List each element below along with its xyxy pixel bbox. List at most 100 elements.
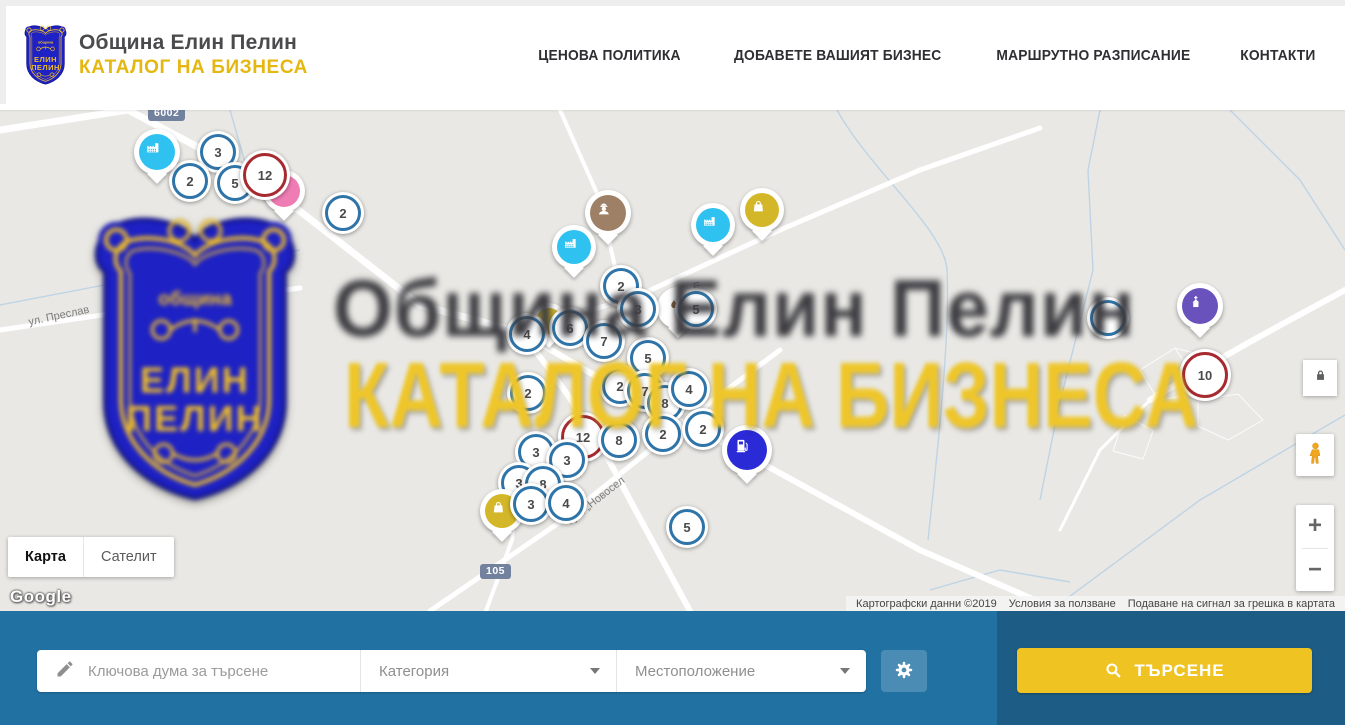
map-cluster-marker[interactable]: 5	[666, 506, 708, 548]
cluster-ring: 4	[509, 316, 545, 352]
chevron-down-icon	[590, 668, 600, 674]
cluster-count: 4	[685, 382, 692, 397]
factory-icon	[145, 140, 169, 164]
map-cluster-marker[interactable]: 10	[1179, 349, 1231, 401]
shopping-bag-category-pin[interactable]	[740, 188, 784, 232]
cluster-ring: 2	[645, 416, 681, 452]
advanced-search-button[interactable]	[881, 650, 927, 692]
cluster-count: 12	[258, 168, 272, 183]
cluster-count: 8	[615, 433, 622, 448]
cluster-ring: 8	[601, 422, 637, 458]
cluster-ring	[1090, 300, 1126, 336]
pin-inner	[590, 195, 626, 231]
cluster-count: 5	[231, 176, 238, 191]
pin-inner	[745, 193, 779, 227]
factory-icon	[702, 214, 724, 236]
cluster-count: 2	[339, 206, 346, 221]
header: Община Елин Пелин КАТАЛОГ НА БИЗНЕСА ЦЕН…	[0, 0, 1345, 110]
fuel-pump-icon	[734, 437, 760, 463]
worker-category-pin[interactable]	[585, 190, 631, 236]
zoom-out-button[interactable]: −	[1296, 549, 1334, 592]
google-map[interactable]: ул. Преслав бул. „Новосел щи 6002 105 32…	[0, 110, 1345, 611]
pin-inner	[557, 230, 591, 264]
map-type-control: Карта Сателит	[8, 537, 174, 577]
nav-item-contacts[interactable]: КОНТАКТИ	[1240, 47, 1315, 64]
cluster-count: 6	[566, 321, 573, 336]
site-title: Община Елин Пелин	[79, 31, 308, 55]
keyword-input[interactable]	[88, 663, 346, 680]
map-cluster-marker[interactable]: 7	[583, 320, 625, 362]
cluster-count: 3	[532, 445, 539, 460]
map-cluster-marker[interactable]: 5	[675, 288, 717, 330]
map-cluster-marker[interactable]: 4	[545, 482, 587, 524]
fuel-pump-category-pin[interactable]	[722, 425, 772, 475]
map-cluster-marker[interactable]: 2	[507, 372, 549, 414]
factory-category-pin[interactable]	[552, 225, 596, 269]
factory-category-pin[interactable]	[134, 129, 180, 175]
location-select[interactable]: Местоположение	[616, 650, 866, 692]
search-button-label: ТЪРСЕНЕ	[1134, 661, 1224, 681]
cluster-ring: 4	[548, 485, 584, 521]
category-select[interactable]: Категория	[360, 650, 616, 692]
map-cluster-marker[interactable]: 2	[169, 160, 211, 202]
cluster-count: 2	[617, 279, 624, 294]
brand-logo-link[interactable]: Община Елин Пелин КАТАЛОГ НА БИЗНЕСА	[22, 24, 308, 86]
nav-item-add-business[interactable]: ДОБАВЕТЕ ВАШИЯТ БИЗНЕС	[734, 47, 941, 64]
cluster-count: 3	[563, 453, 570, 468]
nav-item-route-schedule[interactable]: МАРШРУТНО РАЗПИСАНИЕ	[997, 47, 1191, 64]
map-cluster-marker[interactable]: 4	[506, 313, 548, 355]
cluster-count: 2	[616, 379, 623, 394]
shopping-bag-icon	[751, 199, 773, 221]
cluster-ring: 5	[669, 509, 705, 545]
attribution-copyright: Картографски данни ©2019	[850, 598, 1003, 610]
municipality-crest-logo	[22, 24, 69, 86]
cluster-count: 2	[524, 386, 531, 401]
cluster-ring: 2	[172, 163, 208, 199]
map-cluster-marker[interactable]: 2	[642, 413, 684, 455]
cluster-ring: 2	[510, 375, 546, 411]
pegman-button[interactable]	[1296, 434, 1334, 476]
terms-link[interactable]: Условия за ползване	[1003, 598, 1122, 610]
map-type-map-button[interactable]: Карта	[8, 537, 83, 577]
zoom-control: + −	[1296, 505, 1334, 591]
search-submit-button[interactable]: ТЪРСЕНЕ	[1017, 648, 1312, 693]
cluster-count: 2	[659, 427, 666, 442]
keyword-field[interactable]	[37, 650, 360, 692]
map-cluster-marker[interactable]: 8	[598, 419, 640, 461]
cluster-ring: 5	[678, 291, 714, 327]
factory-icon	[563, 236, 585, 258]
pin-inner	[1182, 288, 1218, 324]
report-error-link[interactable]: Подаване на сигнал за грешка в картата	[1122, 598, 1341, 610]
cluster-count: 4	[523, 327, 530, 342]
cluster-count: 7	[600, 334, 607, 349]
cluster-ring: 7	[586, 323, 622, 359]
cluster-count: 3	[634, 302, 641, 317]
cluster-count: 8	[661, 396, 668, 411]
lock-button[interactable]	[1303, 360, 1337, 396]
map-cluster-marker[interactable]: 3	[617, 288, 659, 330]
cluster-count: 5	[692, 302, 699, 317]
pencil-icon	[55, 659, 75, 684]
map-cluster-marker[interactable]: 2	[322, 192, 364, 234]
church-icon	[1188, 294, 1212, 318]
pegman-icon	[1304, 438, 1327, 473]
map-cluster-marker[interactable]: 2	[682, 408, 724, 450]
zoom-in-button[interactable]: +	[1296, 505, 1334, 548]
church-category-pin[interactable]	[1177, 283, 1223, 329]
map-type-satellite-button[interactable]: Сателит	[83, 537, 174, 577]
cluster-ring: 10	[1182, 352, 1228, 398]
map-cluster-marker[interactable]: 4	[668, 368, 710, 410]
nav-item-pricing[interactable]: ЦЕНОВА ПОЛИТИКА	[538, 47, 680, 64]
cluster-ring: 2	[685, 411, 721, 447]
cluster-count: 5	[644, 351, 651, 366]
worker-icon	[596, 201, 620, 225]
search-fields: Категория Местоположение	[37, 650, 866, 692]
page: Община Елин Пелин КАТАЛОГ НА БИЗНЕСА ЦЕН…	[0, 0, 1345, 725]
cluster-count: 3	[214, 145, 221, 160]
factory-category-pin[interactable]	[691, 203, 735, 247]
search-bar: Категория Местоположение ТЪРСЕНЕ	[0, 611, 1345, 725]
map-cluster-marker[interactable]	[1087, 297, 1129, 339]
map-cluster-marker[interactable]: 12	[240, 150, 290, 200]
cluster-count: 10	[1198, 368, 1212, 383]
google-logo[interactable]: Google	[10, 587, 72, 607]
